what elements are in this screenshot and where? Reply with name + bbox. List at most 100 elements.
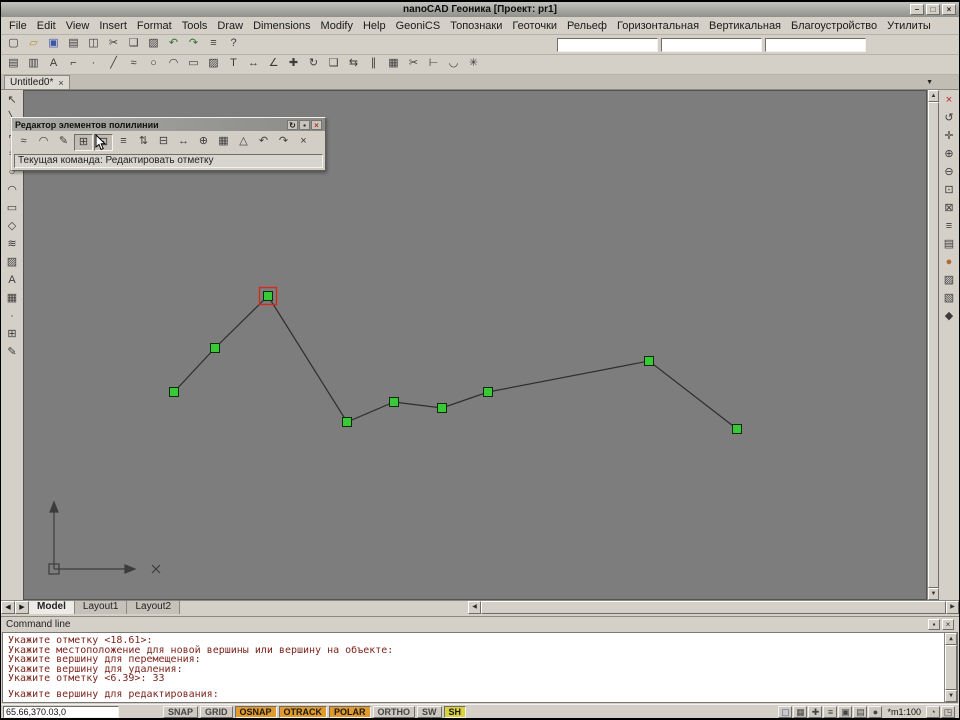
preview-icon[interactable]: ◫ bbox=[84, 36, 103, 53]
refresh-icon[interactable]: ↺ bbox=[940, 111, 959, 128]
array-icon[interactable]: ▦ bbox=[384, 56, 403, 73]
grid-icon[interactable]: ▦ bbox=[214, 134, 233, 151]
menu-view[interactable]: View bbox=[61, 18, 95, 34]
menu-topoznaki[interactable]: Топознаки bbox=[445, 18, 507, 34]
zoom-window-icon[interactable]: ⊡ bbox=[940, 183, 959, 200]
scroll-right-icon[interactable]: ▶ bbox=[946, 601, 959, 614]
ucs-tool-icon[interactable]: ⌐ bbox=[64, 56, 83, 73]
spline-icon[interactable]: ≋ bbox=[3, 237, 22, 254]
close-button[interactable]: × bbox=[942, 4, 956, 15]
tab-nav-right-icon[interactable]: ▶ bbox=[15, 601, 29, 614]
print-icon[interactable]: ▤ bbox=[64, 36, 83, 53]
extend-icon[interactable]: ⊢ bbox=[424, 56, 443, 73]
explode-icon[interactable]: ✳ bbox=[464, 56, 483, 73]
hatch-icon[interactable]: ▨ bbox=[204, 56, 223, 73]
close-icon[interactable]: × bbox=[942, 619, 954, 630]
units-icon[interactable]: ▤ bbox=[853, 705, 868, 718]
menu-blagoustroystvo[interactable]: Благоустройство bbox=[786, 18, 882, 34]
vertex-grip-3[interactable] bbox=[263, 291, 273, 301]
help-icon[interactable]: ? bbox=[224, 36, 243, 53]
palette-title-bar[interactable]: Редактор элементов полилинии ↻ ▪ × bbox=[12, 118, 325, 131]
edit-icon[interactable]: ✎ bbox=[3, 345, 22, 362]
command-scroll-thumb[interactable] bbox=[945, 645, 957, 690]
erase-icon[interactable]: × bbox=[940, 93, 959, 110]
toggle-polar[interactable]: POLAR bbox=[329, 705, 371, 718]
close-button[interactable]: × bbox=[311, 119, 322, 130]
rectangle-icon[interactable]: ▭ bbox=[184, 56, 203, 73]
document-tab-untitled0[interactable]: Untitled0* × bbox=[4, 75, 70, 89]
fillet-icon[interactable]: ◡ bbox=[444, 56, 463, 73]
move-vertex-icon[interactable]: ↔ bbox=[174, 134, 193, 151]
vertex-grip-6[interactable] bbox=[437, 403, 447, 413]
command-scrollbar[interactable]: ▲ ▼ bbox=[944, 633, 957, 702]
tab-model[interactable]: Model bbox=[29, 601, 75, 614]
scroll-up-icon[interactable]: ▲ bbox=[928, 90, 939, 102]
pin-icon[interactable]: ▪ bbox=[928, 619, 940, 630]
tablet-icon[interactable]: ◔ bbox=[926, 705, 940, 718]
undo-icon[interactable]: ↶ bbox=[254, 134, 273, 151]
command-line-header[interactable]: Command line ▪ × bbox=[1, 617, 959, 632]
toggle-otrack[interactable]: OTRACK bbox=[278, 705, 328, 718]
menu-utility[interactable]: Утилиты bbox=[882, 18, 936, 34]
command-history[interactable]: Укажите отметку <18.61>: Укажите местопол… bbox=[2, 632, 958, 703]
toggle-sw[interactable]: SW bbox=[417, 705, 442, 718]
horizontal-scroll-thumb[interactable] bbox=[481, 601, 946, 614]
canvas-vertical-scrollbar[interactable]: ▲ ▼ bbox=[927, 90, 939, 600]
toggle-grid[interactable]: GRID bbox=[200, 705, 233, 718]
properties-icon[interactable]: ▤ bbox=[940, 237, 959, 254]
polyline-icon[interactable]: ≈ bbox=[124, 56, 143, 73]
maximize-button[interactable]: □ bbox=[926, 4, 940, 15]
paste-icon[interactable]: ▨ bbox=[144, 36, 163, 53]
dot-icon[interactable]: ● bbox=[868, 705, 883, 718]
menu-geotochki[interactable]: Геоточки bbox=[507, 18, 562, 34]
circle-icon[interactable]: ○ bbox=[144, 56, 163, 73]
save-icon[interactable]: ▣ bbox=[44, 36, 63, 53]
menu-draw[interactable]: Draw bbox=[212, 18, 248, 34]
toggle-osnap[interactable]: OSNAP bbox=[234, 705, 277, 718]
screen-icon[interactable]: ▢ bbox=[778, 705, 793, 718]
move-icon[interactable]: ✚ bbox=[284, 56, 303, 73]
add-point-icon[interactable]: ⊕ bbox=[194, 134, 213, 151]
paper-icon[interactable]: ▣ bbox=[838, 705, 853, 718]
tab-layout2[interactable]: Layout2 bbox=[127, 601, 181, 614]
menu-relyef[interactable]: Рельеф bbox=[562, 18, 612, 34]
render-icon[interactable]: ▨ bbox=[940, 273, 959, 290]
scroll-up-icon[interactable]: ▲ bbox=[945, 633, 957, 645]
line-icon[interactable]: ╱ bbox=[104, 56, 123, 73]
point-icon[interactable]: · bbox=[3, 309, 22, 326]
toolbar-field-1[interactable] bbox=[557, 38, 658, 52]
hatch-icon[interactable]: ▨ bbox=[3, 255, 22, 272]
update-button[interactable]: ↻ bbox=[287, 119, 298, 130]
text-icon[interactable]: A bbox=[3, 273, 22, 290]
insert-vertex-icon[interactable]: ⊞ bbox=[74, 133, 93, 151]
menu-modify[interactable]: Modify bbox=[316, 18, 358, 34]
pin-button[interactable]: ▪ bbox=[299, 119, 310, 130]
zoom-extents-icon[interactable]: ⊠ bbox=[940, 201, 959, 218]
canvas-horizontal-scrollbar[interactable]: ◀ ▶ bbox=[468, 601, 959, 614]
vertex-grip-2[interactable] bbox=[210, 343, 220, 353]
command-prompt[interactable]: Укажите вершину для редактирования: bbox=[8, 690, 219, 700]
minimize-button[interactable]: – bbox=[910, 4, 924, 15]
menu-insert[interactable]: Insert bbox=[94, 18, 132, 34]
menu-format[interactable]: Format bbox=[132, 18, 177, 34]
offset-icon[interactable]: ∥ bbox=[364, 56, 383, 73]
menu-edit[interactable]: Edit bbox=[32, 18, 61, 34]
arc-icon[interactable]: ◠ bbox=[164, 56, 183, 73]
layer-state-icon[interactable]: ▥ bbox=[24, 56, 43, 73]
copy-object-icon[interactable]: ❏ bbox=[324, 56, 343, 73]
vertex-grip-7[interactable] bbox=[483, 387, 493, 397]
tab-close-icon[interactable]: × bbox=[58, 78, 63, 88]
cut-icon[interactable]: ✂ bbox=[104, 36, 123, 53]
material-icon[interactable]: ◆ bbox=[940, 309, 959, 326]
vertex-list-icon[interactable]: ≡ bbox=[114, 134, 133, 151]
undo-icon[interactable]: ↶ bbox=[164, 36, 183, 53]
properties-icon[interactable]: ≡ bbox=[204, 36, 223, 53]
menu-vertikalnaya[interactable]: Вертикальная bbox=[704, 18, 786, 34]
menu-geonics[interactable]: GeoniCS bbox=[391, 18, 446, 34]
menu-tools[interactable]: Tools bbox=[177, 18, 213, 34]
toolbar-field-3[interactable] bbox=[765, 38, 866, 52]
scroll-down-icon[interactable]: ▼ bbox=[945, 690, 957, 702]
redo-icon[interactable]: ↷ bbox=[184, 36, 203, 53]
trim-icon[interactable]: ✂ bbox=[404, 56, 423, 73]
triangulate-icon[interactable]: △ bbox=[234, 134, 253, 151]
